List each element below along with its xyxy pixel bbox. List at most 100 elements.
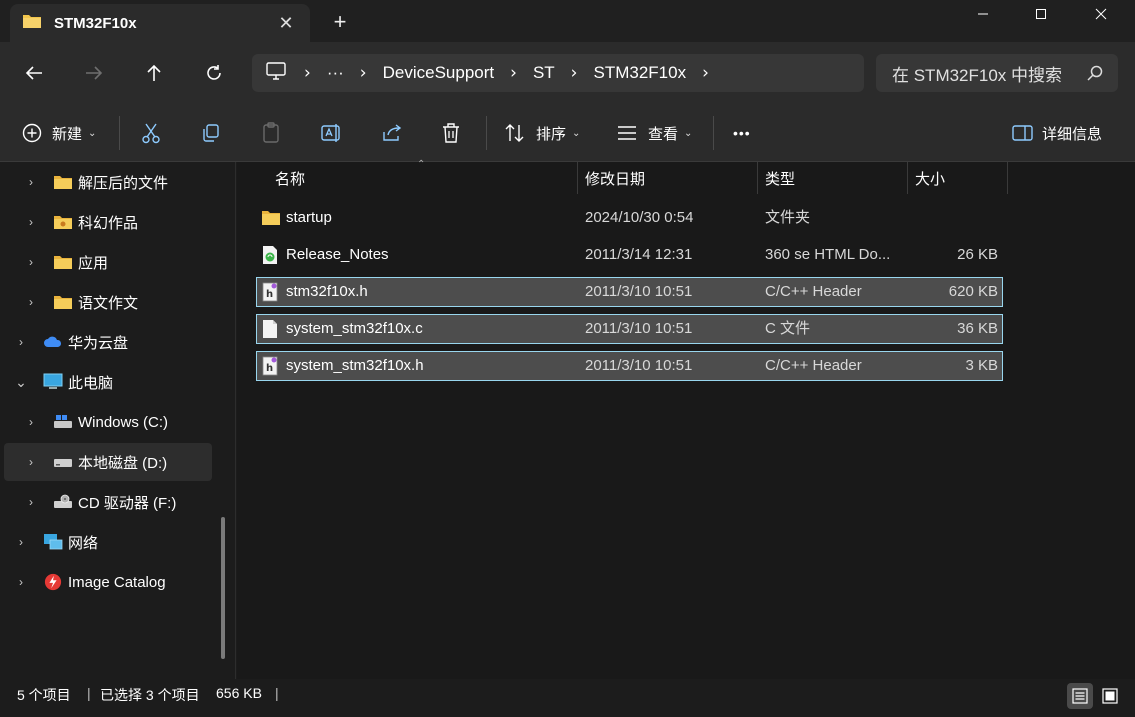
folder-icon xyxy=(54,256,72,269)
chevron-right-icon[interactable]: › xyxy=(24,295,38,309)
breadcrumb-overflow[interactable]: ··· xyxy=(327,63,344,83)
column-header-name[interactable]: 名称 xyxy=(275,162,305,194)
sidebar-item-drive-c[interactable]: › Windows (C:) xyxy=(4,403,212,441)
paste-button[interactable] xyxy=(261,118,281,148)
new-tab-button[interactable]: + xyxy=(328,10,352,34)
sidebar-item-apps[interactable]: › 应用 xyxy=(4,243,212,281)
sort-label: 排序 xyxy=(536,125,567,143)
column-header-type[interactable]: 类型 xyxy=(765,162,795,194)
chevron-right-icon[interactable]: › xyxy=(24,255,38,269)
sort-button[interactable]: 排序 ⌄ xyxy=(504,118,580,148)
folder-icon xyxy=(54,296,72,309)
plus-circle-icon xyxy=(22,123,42,143)
file-row-stm32f10x-h[interactable]: h stm32f10x.h 2011/3/10 10:51 C/C++ Head… xyxy=(256,277,1003,307)
chevron-right-icon[interactable]: › xyxy=(14,335,28,349)
file-list: ⌃ 名称 修改日期 类型 大小 startup 2024/10/30 0:54 … xyxy=(237,159,1135,679)
breadcrumb-separator[interactable]: › xyxy=(304,63,311,83)
chevron-right-icon[interactable]: › xyxy=(14,535,28,549)
details-pane-button[interactable]: 详细信息 xyxy=(1012,118,1102,148)
maximize-button[interactable] xyxy=(1018,0,1064,28)
chevron-right-icon[interactable]: › xyxy=(14,575,28,589)
file-size: 620 KB xyxy=(948,283,998,300)
refresh-button[interactable] xyxy=(200,59,228,87)
file-row-system-stm32f10x-h[interactable]: h system_stm32f10x.h 2011/3/10 10:51 C/C… xyxy=(256,351,1003,381)
tab-stm32f10x[interactable]: STM32F10x ✕ xyxy=(10,4,310,42)
item-count: 5 个项目 xyxy=(17,687,71,703)
file-row-release-notes[interactable]: Release_Notes 2011/3/14 12:31 360 se HTM… xyxy=(256,240,1003,270)
breadcrumb-stm32f10x[interactable]: STM32F10x xyxy=(593,63,686,83)
rename-button[interactable] xyxy=(321,118,343,148)
details-view-button[interactable] xyxy=(1067,683,1093,709)
status-divider: | xyxy=(87,685,91,701)
status-divider: | xyxy=(275,685,279,701)
chevron-right-icon[interactable]: › xyxy=(24,495,38,509)
file-type: C 文件 xyxy=(765,320,811,337)
column-divider[interactable] xyxy=(1007,162,1008,194)
share-button[interactable] xyxy=(381,118,403,148)
file-name: stm32f10x.h xyxy=(286,283,368,300)
new-button[interactable]: 新建 ⌄ xyxy=(22,118,96,148)
up-button[interactable] xyxy=(140,59,168,87)
close-window-button[interactable] xyxy=(1078,0,1124,28)
refresh-icon xyxy=(207,65,221,80)
sidebar-item-drive-d[interactable]: › 本地磁盘 (D:) xyxy=(4,443,212,481)
close-tab-icon[interactable]: ✕ xyxy=(276,13,296,33)
tiles-view-button[interactable] xyxy=(1097,683,1123,709)
back-button[interactable] xyxy=(20,59,48,87)
title-bar: STM32F10x ✕ + xyxy=(0,0,1135,46)
sidebar-item-label: 科幻作品 xyxy=(78,214,139,232)
chevron-right-icon[interactable]: › xyxy=(24,455,38,469)
sort-up-icon: ⌃ xyxy=(417,159,426,170)
column-divider[interactable] xyxy=(757,162,758,194)
sidebar-item-image-catalog[interactable]: › Image Catalog xyxy=(4,563,212,601)
chevron-right-icon[interactable]: › xyxy=(24,415,38,429)
file-name: Release_Notes xyxy=(286,246,389,263)
breadcrumb-separator[interactable]: › xyxy=(510,63,517,83)
sidebar-item-drive-f[interactable]: › CD 驱动器 (F:) xyxy=(4,483,212,521)
sidebar-item-huawei-cloud[interactable]: › 华为云盘 xyxy=(4,323,212,361)
file-row-system-stm32f10x-c[interactable]: system_stm32f10x.c 2011/3/10 10:51 C 文件 … xyxy=(256,314,1003,344)
sidebar-scrollbar[interactable] xyxy=(221,517,225,659)
sidebar-item-network[interactable]: › 网络 xyxy=(4,523,212,561)
tiles-view-icon xyxy=(1102,688,1118,704)
sidebar-item-scifi[interactable]: › 科幻作品 xyxy=(4,203,212,241)
view-button[interactable]: 查看 ⌄ xyxy=(616,118,692,148)
chevron-down-icon: ⌄ xyxy=(684,127,693,139)
sidebar-item-extracted-files[interactable]: › 解压后的文件 xyxy=(4,163,212,201)
forward-button[interactable] xyxy=(80,59,108,87)
forward-arrow-icon xyxy=(86,66,103,80)
network-icon xyxy=(44,534,63,550)
sidebar-item-label: 本地磁盘 (D:) xyxy=(78,454,168,472)
chevron-right-icon[interactable]: › xyxy=(24,215,38,229)
more-options-button[interactable]: ••• xyxy=(733,118,751,148)
sidebar-item-this-pc[interactable]: ⌄ 此电脑 xyxy=(4,363,212,401)
search-input[interactable]: 在 STM32F10x 中搜索 xyxy=(876,54,1118,92)
breadcrumb-separator[interactable]: › xyxy=(571,63,578,83)
breadcrumb-st[interactable]: ST xyxy=(533,63,555,83)
column-header-size[interactable]: 大小 xyxy=(915,162,945,194)
sidebar-item-essays[interactable]: › 语文作文 xyxy=(4,283,212,321)
sort-icon xyxy=(505,124,524,142)
status-bar: 5 个项目 | 已选择 3 个项目 656 KB | xyxy=(0,679,1135,717)
maximize-icon xyxy=(1036,9,1046,19)
cut-button[interactable] xyxy=(141,118,161,148)
column-header-date[interactable]: 修改日期 xyxy=(585,162,645,194)
details-pane-icon xyxy=(1012,125,1033,141)
breadcrumb-separator[interactable]: › xyxy=(360,63,367,83)
chevron-down-icon[interactable]: ⌄ xyxy=(14,374,28,391)
file-row-startup[interactable]: startup 2024/10/30 0:54 文件夹 xyxy=(256,203,1003,233)
breadcrumb-devicesupport[interactable]: DeviceSupport xyxy=(383,63,495,83)
svg-text:h: h xyxy=(266,363,273,374)
minimize-icon xyxy=(978,13,988,15)
address-bar[interactable]: › ··· › DeviceSupport › ST › STM32F10x › xyxy=(252,54,864,92)
copy-button[interactable] xyxy=(201,118,221,148)
column-divider[interactable] xyxy=(577,162,578,194)
selection-count: 已选择 3 个项目 xyxy=(100,687,200,703)
folder-icon xyxy=(22,13,42,33)
chevron-right-icon[interactable]: › xyxy=(24,175,38,189)
minimize-button[interactable] xyxy=(960,0,1006,28)
breadcrumb-separator[interactable]: › xyxy=(702,63,709,83)
column-divider[interactable] xyxy=(907,162,908,194)
drive-c-icon xyxy=(54,415,72,428)
delete-button[interactable] xyxy=(441,118,461,148)
